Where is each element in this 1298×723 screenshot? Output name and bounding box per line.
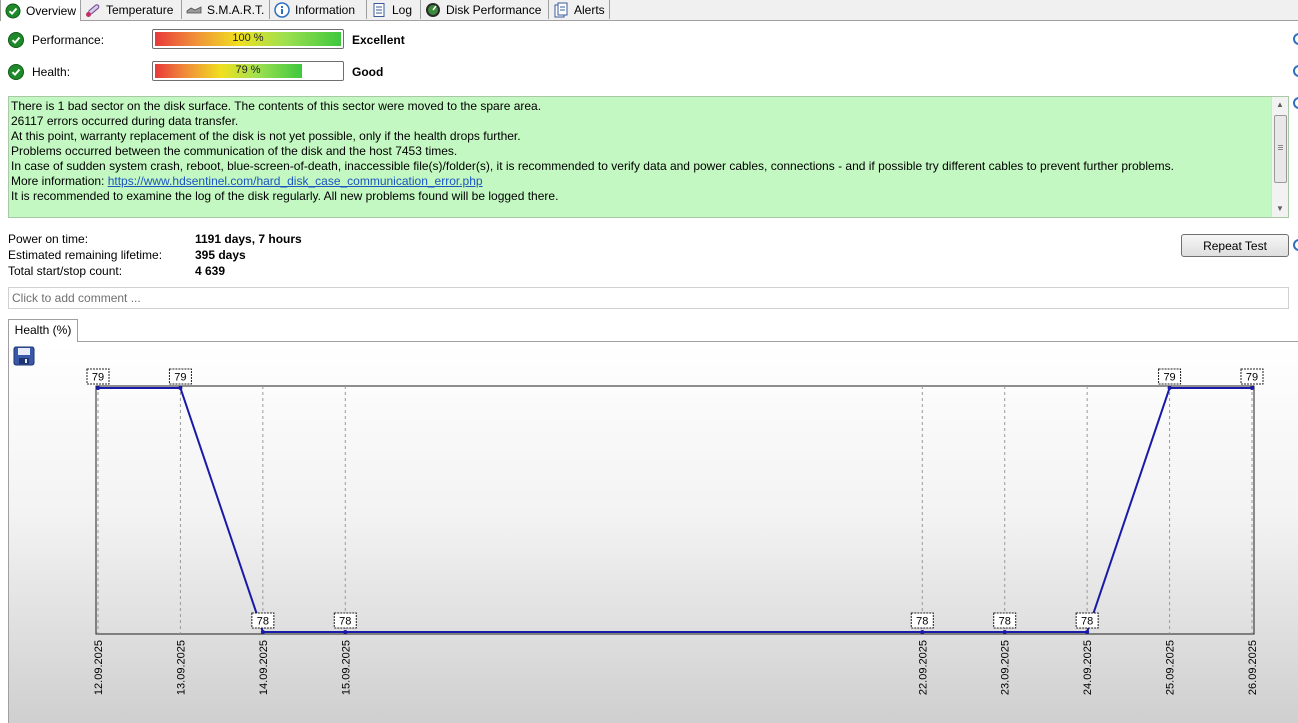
data-point bbox=[1250, 386, 1254, 390]
data-label: 78 bbox=[916, 616, 928, 628]
data-label: 78 bbox=[1081, 616, 1093, 628]
data-label: 79 bbox=[92, 372, 104, 384]
x-tick-label: 26.09.2025 bbox=[1247, 640, 1259, 695]
tab-label: Overview bbox=[26, 3, 77, 18]
data-point bbox=[1085, 630, 1090, 634]
plot-frame bbox=[95, 385, 1255, 635]
data-point bbox=[1167, 386, 1172, 390]
tab-health-chart[interactable]: Health (%) bbox=[8, 319, 78, 342]
x-tick-label: 15.09.2025 bbox=[340, 640, 352, 695]
data-label: 79 bbox=[1163, 372, 1175, 384]
data-point bbox=[1002, 630, 1007, 634]
check-circle-icon bbox=[5, 3, 21, 19]
data-point bbox=[920, 630, 925, 634]
tab-overview[interactable]: Overview bbox=[0, 0, 81, 21]
health-chart: 79 79 78 78 78 78 78 79 79 12.09.2025 13.09.2025 14… bbox=[86, 368, 1264, 695]
health-line bbox=[98, 387, 1252, 633]
x-tick-label: 22.09.2025 bbox=[917, 640, 929, 695]
x-tick-label: 14.09.2025 bbox=[258, 640, 270, 695]
data-label: 78 bbox=[257, 616, 269, 628]
x-tick-label: 13.09.2025 bbox=[175, 640, 187, 695]
data-label: 78 bbox=[339, 616, 351, 628]
data-label: 78 bbox=[999, 616, 1011, 628]
data-label: 79 bbox=[174, 372, 186, 384]
data-label: 79 bbox=[1246, 372, 1258, 384]
x-tick-label: 25.09.2025 bbox=[1165, 640, 1177, 695]
x-tick-label: 12.09.2025 bbox=[93, 640, 105, 695]
data-point bbox=[96, 386, 100, 390]
x-tick-label: 24.09.2025 bbox=[1082, 640, 1094, 695]
x-tick-label: 23.09.2025 bbox=[1000, 640, 1012, 695]
data-point bbox=[260, 630, 265, 634]
data-point bbox=[343, 630, 348, 634]
data-point bbox=[178, 386, 183, 390]
